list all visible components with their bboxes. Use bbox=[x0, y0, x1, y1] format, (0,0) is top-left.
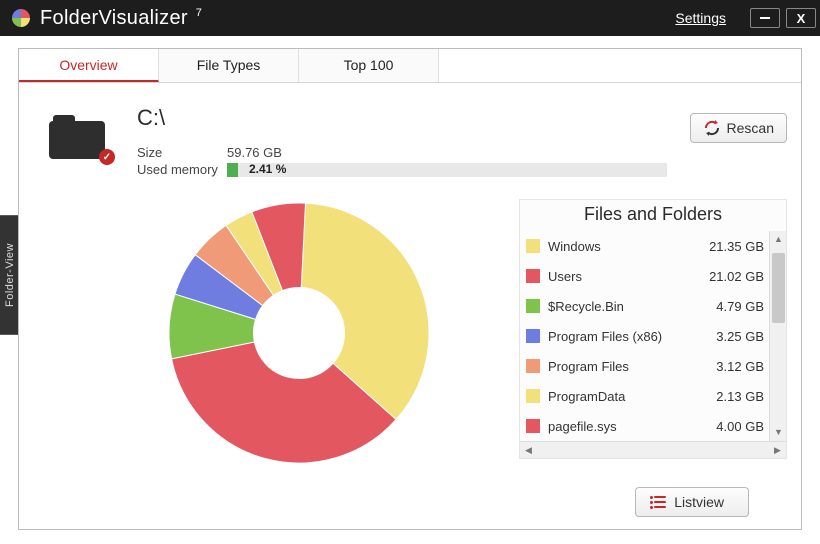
item-name: Program Files bbox=[548, 359, 716, 374]
folder-view-label: Folder-View bbox=[4, 243, 16, 307]
item-name: ProgramData bbox=[548, 389, 716, 404]
settings-link[interactable]: Settings bbox=[675, 10, 726, 26]
rescan-label: Rescan bbox=[727, 120, 774, 136]
item-size: 3.25 GB bbox=[716, 329, 764, 344]
item-size: 4.00 GB bbox=[716, 419, 764, 434]
item-size: 21.35 GB bbox=[709, 239, 764, 254]
list-item[interactable]: pagefile.sys4.00 GB bbox=[520, 411, 768, 441]
used-memory-percent: 2.41 % bbox=[249, 162, 286, 176]
used-memory-label: Used memory bbox=[137, 162, 227, 177]
color-swatch-icon bbox=[526, 359, 540, 373]
list-item[interactable]: Windows21.35 GB bbox=[520, 231, 768, 261]
color-swatch-icon bbox=[526, 419, 540, 433]
item-size: 2.13 GB bbox=[716, 389, 764, 404]
content-area: C:\ Size 59.76 GB Used memory 2.41 % bbox=[19, 83, 801, 529]
list-item[interactable]: Users21.02 GB bbox=[520, 261, 768, 291]
list-item[interactable]: ProgramData2.13 GB bbox=[520, 381, 768, 411]
scroll-left-arrow-icon[interactable]: ◀ bbox=[520, 442, 537, 459]
listview-button[interactable]: Listview bbox=[635, 487, 749, 517]
drive-path: C:\ bbox=[137, 105, 667, 131]
main-panel: Overview File Types Top 100 C:\ Size 59.… bbox=[18, 48, 802, 530]
tab-overview[interactable]: Overview bbox=[19, 49, 159, 82]
list-icon bbox=[650, 496, 666, 508]
item-size: 4.79 GB bbox=[716, 299, 764, 314]
files-folders-list[interactable]: Windows21.35 GBUsers21.02 GB$Recycle.Bin… bbox=[520, 231, 786, 441]
files-folders-title: Files and Folders bbox=[520, 200, 786, 231]
item-size: 21.02 GB bbox=[709, 269, 764, 284]
app-logo-icon bbox=[10, 7, 32, 29]
tab-file-types[interactable]: File Types bbox=[159, 49, 299, 82]
app-name: FolderVisualizer bbox=[40, 7, 188, 29]
color-swatch-icon bbox=[526, 329, 540, 343]
size-value: 59.76 GB bbox=[227, 145, 282, 160]
folder-view-side-tab[interactable]: Folder-View bbox=[0, 215, 20, 335]
tab-bar: Overview File Types Top 100 bbox=[19, 49, 801, 83]
item-name: pagefile.sys bbox=[548, 419, 716, 434]
color-swatch-icon bbox=[526, 389, 540, 403]
list-item[interactable]: Program Files (x86)3.25 GB bbox=[520, 321, 768, 351]
checkmark-badge-icon bbox=[99, 149, 115, 165]
color-swatch-icon bbox=[526, 269, 540, 283]
tab-top-100[interactable]: Top 100 bbox=[299, 49, 439, 82]
scroll-down-arrow-icon[interactable]: ▼ bbox=[770, 424, 786, 441]
scroll-up-arrow-icon[interactable]: ▲ bbox=[770, 231, 786, 248]
used-memory-progress: 2.41 % bbox=[227, 163, 667, 177]
titlebar: FolderVisualizer 7 Settings X bbox=[0, 0, 820, 36]
vertical-scrollbar[interactable]: ▲ ▼ bbox=[769, 231, 786, 441]
color-swatch-icon bbox=[526, 239, 540, 253]
disk-usage-donut-chart bbox=[159, 193, 439, 476]
refresh-icon bbox=[703, 120, 721, 136]
rescan-button[interactable]: Rescan bbox=[690, 113, 787, 143]
files-folders-panel: Files and Folders Windows21.35 GBUsers21… bbox=[519, 199, 787, 459]
item-name: Program Files (x86) bbox=[548, 329, 716, 344]
item-name: $Recycle.Bin bbox=[548, 299, 716, 314]
list-item[interactable]: $Recycle.Bin4.79 GB bbox=[520, 291, 768, 321]
scrollbar-thumb[interactable] bbox=[772, 253, 785, 323]
color-swatch-icon bbox=[526, 299, 540, 313]
app-title: FolderVisualizer 7 bbox=[40, 7, 202, 30]
close-button[interactable]: X bbox=[786, 8, 816, 28]
drive-folder-icon bbox=[49, 113, 109, 161]
list-item[interactable]: Program Files3.12 GB bbox=[520, 351, 768, 381]
app-version: 7 bbox=[196, 7, 202, 19]
listview-label: Listview bbox=[674, 494, 724, 510]
minimize-button[interactable] bbox=[750, 8, 780, 28]
drive-info: C:\ Size 59.76 GB Used memory 2.41 % bbox=[137, 105, 667, 179]
scroll-right-arrow-icon[interactable]: ▶ bbox=[769, 442, 786, 459]
size-label: Size bbox=[137, 145, 227, 160]
item-name: Users bbox=[548, 269, 709, 284]
item-name: Windows bbox=[548, 239, 709, 254]
item-size: 3.12 GB bbox=[716, 359, 764, 374]
horizontal-scrollbar[interactable]: ◀ ▶ bbox=[520, 441, 786, 458]
